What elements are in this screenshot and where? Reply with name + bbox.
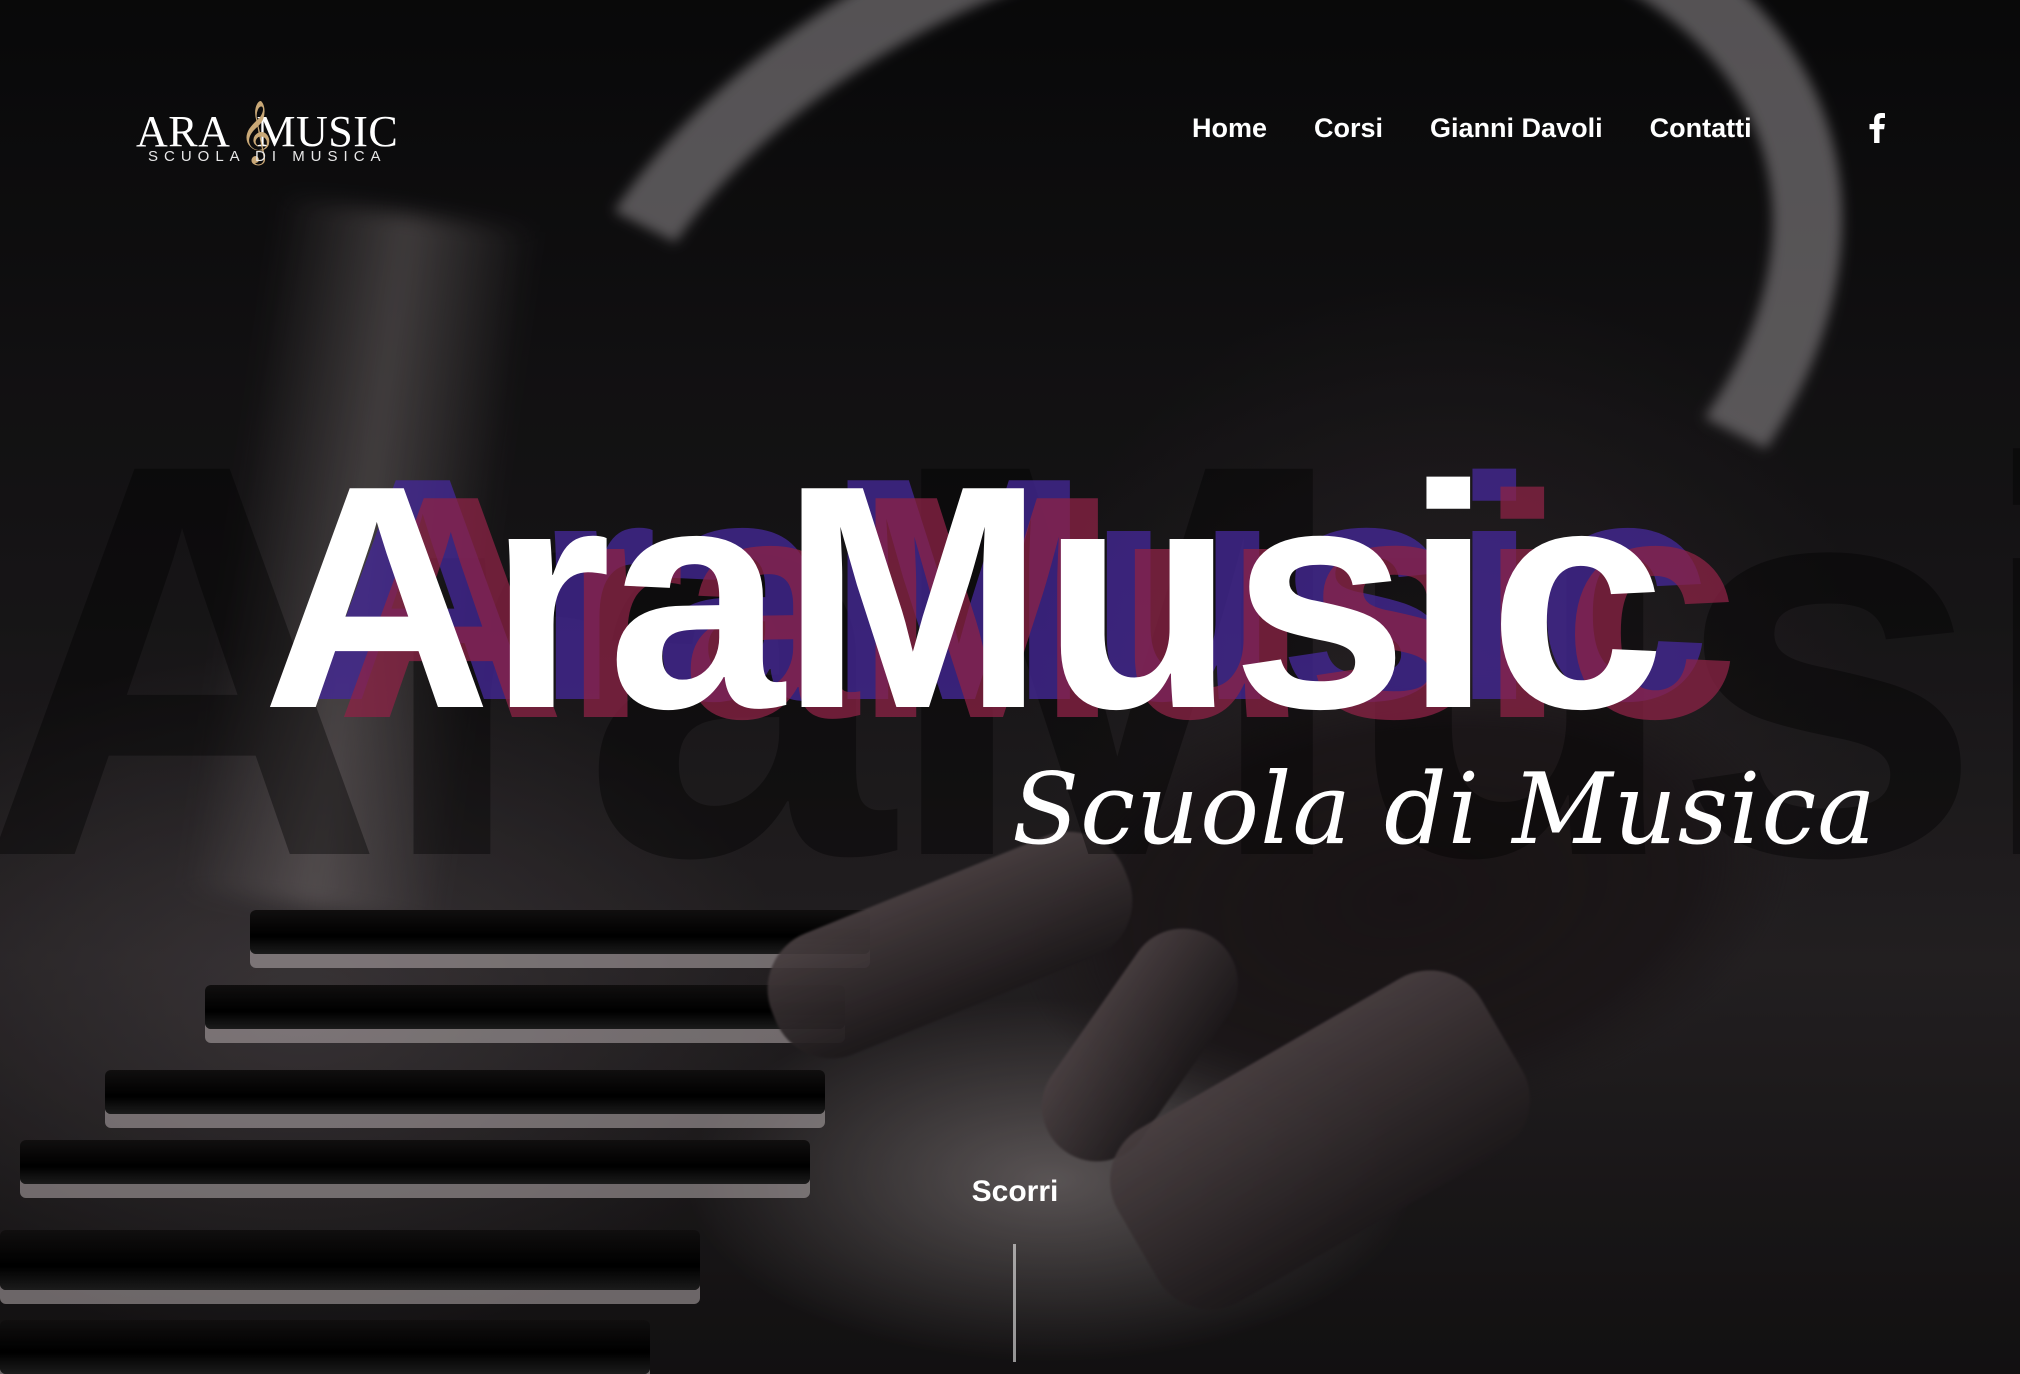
nav-item-gianni-davoli[interactable]: Gianni Davoli <box>1430 110 1603 146</box>
hero-subtitle: Scuola di Musica <box>1012 753 1877 867</box>
nav-item-contatti[interactable]: Contatti <box>1650 110 1752 146</box>
logo-tagline: SCUOLA DI MUSICA <box>148 148 387 165</box>
hero-section: AraMusic ARAMUSIC 𝄞 SCUOLA DI MUSICA Hom… <box>0 0 2020 1374</box>
scroll-line <box>1013 1244 1016 1362</box>
hero-title: AraMusic <box>262 420 1665 775</box>
facebook-icon <box>1869 113 1885 143</box>
hero-title-group: AraMusic AraMusic AraMusic <box>250 420 1810 775</box>
site-header: ARA MUSIC 𝄞 SCUOLA DI MUSICA Home Corsi G… <box>0 0 2020 260</box>
nav-item-corsi[interactable]: Corsi <box>1314 110 1383 146</box>
facebook-link[interactable] <box>1862 108 1892 148</box>
scroll-indicator[interactable]: Scorri <box>960 1172 1070 1372</box>
site-logo[interactable]: ARA MUSIC 𝄞 SCUOLA DI MUSICA <box>136 102 398 166</box>
nav-item-home[interactable]: Home <box>1192 110 1267 146</box>
scroll-label: Scorri <box>971 1175 1059 1208</box>
main-nav: Home Corsi Gianni Davoli Contatti <box>1192 110 1752 146</box>
